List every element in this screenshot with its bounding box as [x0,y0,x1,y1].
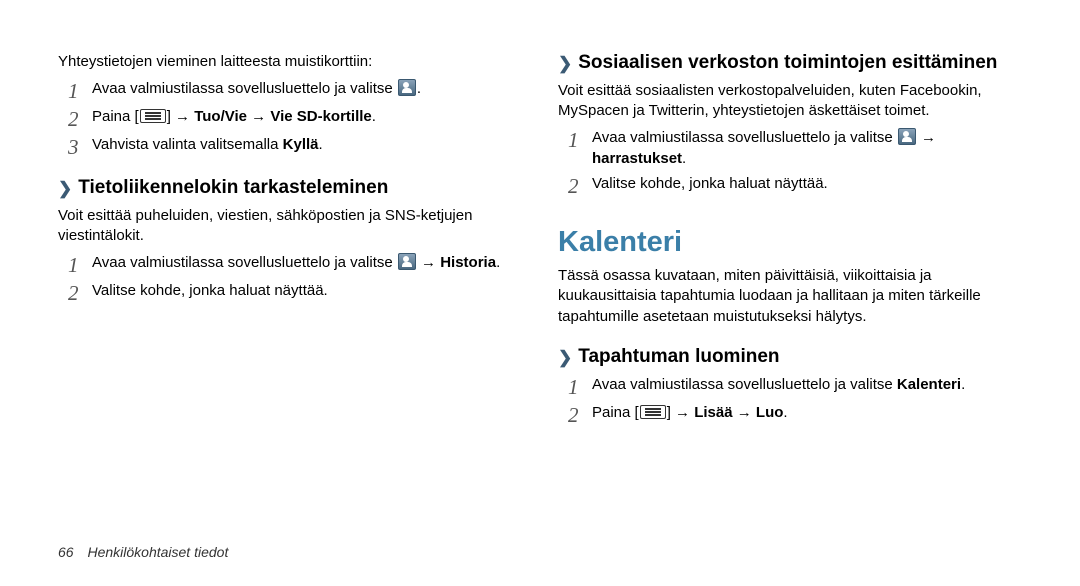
step-text-end: . [783,404,787,421]
step-text-a: Avaa valmiustilassa sovellusluettelo ja … [92,254,397,271]
chevron-icon: ❯ [558,348,572,368]
step-text-end: . [417,80,421,97]
step-row: 1 Avaa valmiustilassa sovellusluettelo j… [568,128,1022,169]
section-title: Tapahtuman luominen [578,346,779,369]
chevron-icon: ❯ [558,54,572,74]
step-text-end: . [319,136,323,153]
step-text-end: . [496,254,500,271]
step-text: Avaa valmiustilassa sovellusluettelo ja … [92,79,522,100]
step-row: 1 Avaa valmiustilassa sovellusluettelo j… [68,79,522,103]
page-footer: 66 Henkilökohtaiset tiedot [58,543,228,562]
step-row: 3 Vahvista valinta valitsemalla Kyllä. [68,135,522,159]
step-text-end: . [682,150,686,167]
step-text-bold: Historia [440,254,496,271]
step-text: Paina [ ] → Lisää → Luo. [592,403,1022,424]
step-text-a: Avaa valmiustilassa sovellusluettelo ja … [592,376,897,393]
left-column: Yhteystietojen vieminen laitteesta muist… [58,52,522,431]
page-columns: Yhteystietojen vieminen laitteesta muist… [58,52,1022,431]
step-number: 2 [568,174,592,198]
step-text: Avaa valmiustilassa sovellusluettelo ja … [592,375,1022,396]
menu-icon [640,405,666,419]
footer-title: Henkilökohtaiset tiedot [87,544,228,560]
chevron-icon: ❯ [58,179,72,199]
step-text: Vahvista valinta valitsemalla Kyllä. [92,135,522,156]
step-text-arrow: → [917,129,936,146]
step-text-end: . [372,108,376,125]
step-text-a: Avaa valmiustilassa sovellusluettelo ja … [92,80,397,97]
step-text: Valitse kohde, jonka haluat näyttää. [92,281,522,302]
page-number: 66 [58,544,74,560]
step-number: 1 [568,128,592,152]
step-number: 2 [568,403,592,427]
step-row: 2 Valitse kohde, jonka haluat näyttää. [568,174,1022,198]
section-title: Sosiaalisen verkoston toimintojen esittä… [578,52,997,75]
step-text-bold: Kalenteri [897,376,961,393]
step-text: Valitse kohde, jonka haluat näyttää. [592,174,1022,195]
step-number: 3 [68,135,92,159]
step-number: 2 [68,107,92,131]
step-row: 2 Valitse kohde, jonka haluat näyttää. [68,281,522,305]
calendar-body: Tässä osassa kuvataan, miten päivittäisi… [558,266,1022,328]
step-number: 2 [68,281,92,305]
section-heading-create-event: ❯ Tapahtuman luominen [558,346,1022,369]
step-text-bold: Lisää → Luo [694,404,783,421]
step-text-a: Paina [ [92,108,139,125]
section-heading-sns: ❯ Sosiaalisen verkoston toimintojen esit… [558,52,1022,75]
step-text-bold: Tuo/Vie → Vie SD-kortille [194,108,372,125]
step-row: 2 Paina [ ] → Tuo/Vie → Vie SD-kortille. [68,107,522,131]
contacts-icon [898,128,916,145]
step-text-end: . [961,376,965,393]
step-number: 1 [568,375,592,399]
step-row: 1 Avaa valmiustilassa sovellusluettelo j… [68,253,522,277]
step-text: Avaa valmiustilassa sovellusluettelo ja … [92,253,522,274]
contacts-icon [398,79,416,96]
step-text-a: Vahvista valinta valitsemalla [92,136,283,153]
step-text: Paina [ ] → Tuo/Vie → Vie SD-kortille. [92,107,522,128]
step-number: 1 [68,253,92,277]
step-row: 1 Avaa valmiustilassa sovellusluettelo j… [568,375,1022,399]
right-column: ❯ Sosiaalisen verkoston toimintojen esit… [558,52,1022,431]
export-intro: Yhteystietojen vieminen laitteesta muist… [58,52,522,73]
step-text: Avaa valmiustilassa sovellusluettelo ja … [592,128,1022,169]
step-text-a: Paina [ [592,404,639,421]
menu-icon [140,109,166,123]
contacts-icon [398,253,416,270]
section-body: Voit esittää sosiaalisten verkostopalvel… [558,81,1022,122]
section-title: Tietoliikennelokin tarkasteleminen [78,177,388,200]
heading-calendar: Kalenteri [558,222,1022,262]
step-text-arrow: → [417,254,440,271]
step-number: 1 [68,79,92,103]
step-row: 2 Paina [ ] → Lisää → Luo. [568,403,1022,427]
step-text-a: Avaa valmiustilassa sovellusluettelo ja … [592,129,897,146]
section-heading-log: ❯ Tietoliikennelokin tarkasteleminen [58,177,522,200]
step-text-bold: harrastukset [592,150,682,167]
step-text-b: ] → [167,108,195,125]
step-text-bold: Kyllä [283,136,319,153]
step-text-b: ] → [667,404,695,421]
section-body: Voit esittää puheluiden, viestien, sähkö… [58,206,522,247]
